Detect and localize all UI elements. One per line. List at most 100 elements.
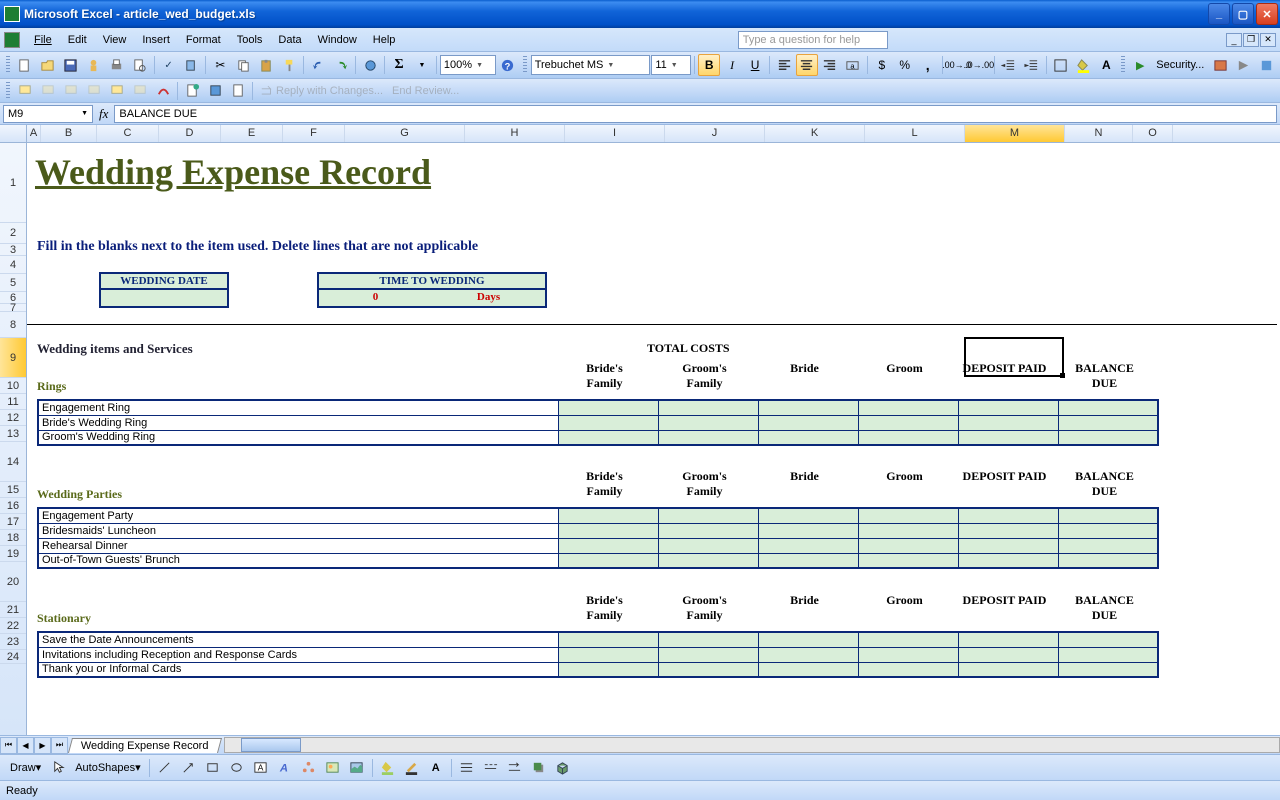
security-button[interactable]: Security... (1152, 54, 1208, 76)
col-header-I[interactable]: I (565, 125, 665, 142)
value-cell[interactable] (758, 538, 858, 553)
delete-comment-button[interactable] (129, 80, 151, 102)
col-header-A[interactable]: A (27, 125, 41, 142)
print-preview-button[interactable] (129, 54, 151, 76)
value-cell[interactable] (758, 415, 858, 430)
value-cell[interactable] (558, 400, 658, 415)
value-cell[interactable] (958, 523, 1058, 538)
value-cell[interactable] (858, 662, 958, 677)
menu-tools[interactable]: Tools (229, 32, 271, 48)
value-cell[interactable] (958, 553, 1058, 568)
col-header-L[interactable]: L (865, 125, 965, 142)
value-cell[interactable] (558, 415, 658, 430)
row-header-24[interactable]: 24 (0, 650, 26, 664)
row-header-19[interactable]: 19 (0, 546, 26, 562)
row-header-20[interactable]: 20 (0, 562, 26, 602)
align-left-button[interactable] (773, 54, 795, 76)
menu-edit[interactable]: Edit (60, 32, 95, 48)
zoom-combo[interactable]: 100%▼ (440, 55, 496, 75)
borders-button[interactable] (1050, 54, 1072, 76)
value-cell[interactable] (858, 508, 958, 523)
select-objects-button[interactable] (47, 757, 69, 779)
dash-style-button[interactable] (480, 757, 502, 779)
menu-file[interactable]: File (26, 32, 60, 48)
formula-input[interactable]: BALANCE DUE (114, 105, 1277, 123)
value-cell[interactable] (658, 523, 758, 538)
hyperlink-button[interactable] (359, 54, 381, 76)
col-header-J[interactable]: J (665, 125, 765, 142)
menu-data[interactable]: Data (270, 32, 309, 48)
value-cell[interactable] (958, 538, 1058, 553)
value-cell[interactable] (558, 508, 658, 523)
row-header-22[interactable]: 22 (0, 618, 26, 634)
new-button[interactable] (14, 54, 36, 76)
currency-button[interactable]: $ (871, 54, 893, 76)
item-label[interactable]: Bride's Wedding Ring (38, 415, 558, 430)
font-name-combo[interactable]: Trebuchet MS▼ (531, 55, 651, 75)
control-toolbox-button[interactable] (1232, 54, 1254, 76)
row-header-14[interactable]: 14 (0, 442, 26, 482)
value-cell[interactable] (1058, 430, 1158, 445)
line-color-button[interactable] (401, 757, 423, 779)
col-header-D[interactable]: D (159, 125, 221, 142)
mdi-close-button[interactable]: ✕ (1260, 33, 1276, 47)
col-header-C[interactable]: C (97, 125, 159, 142)
item-label[interactable]: Save the Date Announcements (38, 632, 558, 647)
value-cell[interactable] (958, 415, 1058, 430)
row-header-23[interactable]: 23 (0, 634, 26, 650)
value-cell[interactable] (658, 508, 758, 523)
value-cell[interactable] (858, 538, 958, 553)
item-label[interactable]: Engagement Party (38, 508, 558, 523)
col-header-O[interactable]: O (1133, 125, 1173, 142)
value-cell[interactable] (958, 430, 1058, 445)
toolbar-grip-3[interactable] (1121, 56, 1125, 74)
picture-button[interactable] (346, 757, 368, 779)
col-header-E[interactable]: E (221, 125, 283, 142)
value-cell[interactable] (1058, 538, 1158, 553)
autoshapes-button[interactable]: AutoShapes ▾ (71, 757, 144, 779)
help-button[interactable]: ? (497, 54, 519, 76)
value-cell[interactable] (858, 400, 958, 415)
row-header-12[interactable]: 12 (0, 410, 26, 426)
spelling-button[interactable]: ✓ (158, 54, 180, 76)
value-cell[interactable] (658, 400, 758, 415)
row-header-2[interactable]: 2 (0, 223, 26, 244)
show-ink-button[interactable] (152, 80, 174, 102)
value-cell[interactable] (758, 647, 858, 662)
col-header-M[interactable]: M (965, 125, 1065, 142)
value-cell[interactable] (558, 523, 658, 538)
research-button[interactable] (181, 54, 203, 76)
undo-button[interactable] (307, 54, 329, 76)
print-button[interactable] (106, 54, 128, 76)
paste-button[interactable] (255, 54, 277, 76)
value-cell[interactable] (1058, 553, 1158, 568)
value-cell[interactable] (658, 415, 758, 430)
menu-format[interactable]: Format (178, 32, 229, 48)
row-header-3[interactable]: 3 (0, 244, 26, 256)
value-cell[interactable] (858, 647, 958, 662)
line-style-button[interactable] (456, 757, 478, 779)
new-comment-button[interactable] (14, 80, 36, 102)
value-cell[interactable] (758, 662, 858, 677)
comma-button[interactable]: , (917, 54, 939, 76)
item-label[interactable]: Groom's Wedding Ring (38, 430, 558, 445)
tab-first-button[interactable]: ⏮ (0, 737, 17, 754)
decrease-decimal-button[interactable]: .0→.00 (969, 54, 991, 76)
autosum-button[interactable]: Σ (388, 54, 410, 76)
value-cell[interactable] (958, 632, 1058, 647)
menu-view[interactable]: View (95, 32, 135, 48)
value-cell[interactable] (1058, 400, 1158, 415)
value-cell[interactable] (758, 523, 858, 538)
name-box[interactable]: M9▼ (3, 105, 93, 123)
select-all-corner[interactable] (0, 125, 27, 142)
clipart-button[interactable] (322, 757, 344, 779)
design-mode-button[interactable] (1255, 54, 1277, 76)
fill-color-draw-button[interactable] (377, 757, 399, 779)
value-cell[interactable] (558, 430, 658, 445)
value-cell[interactable] (1058, 632, 1158, 647)
item-label[interactable]: Bridesmaids' Luncheon (38, 523, 558, 538)
autosum-dropdown[interactable]: ▼ (411, 54, 433, 76)
italic-button[interactable]: I (721, 54, 743, 76)
row-header-15[interactable]: 15 (0, 482, 26, 498)
row-header-9[interactable]: 9 (0, 338, 26, 378)
